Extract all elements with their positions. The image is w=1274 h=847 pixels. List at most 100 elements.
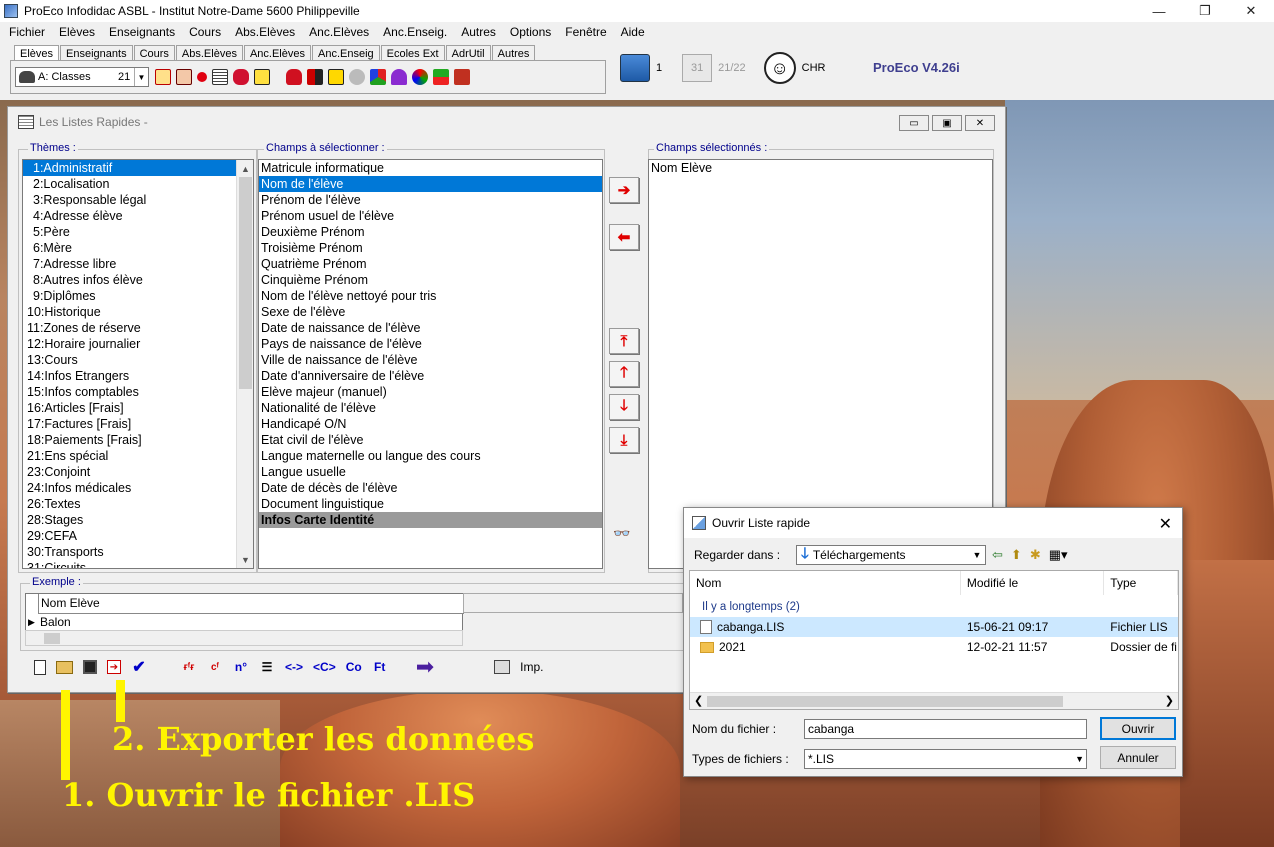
calendar-tool-icon[interactable] — [454, 69, 470, 85]
theme-item[interactable]: 24:Infos médicales — [23, 480, 253, 496]
theme-item[interactable]: 23:Conjoint — [23, 464, 253, 480]
new-folder-icon[interactable]: ✱ — [1030, 547, 1041, 563]
tools-icon[interactable] — [349, 69, 365, 85]
theme-item[interactable]: 9:Diplômes — [23, 288, 253, 304]
champ-item[interactable]: Deuxième Prénom — [259, 224, 602, 240]
champ-item[interactable]: Cinquième Prénom — [259, 272, 602, 288]
theme-item[interactable]: 7:Adresse libre — [23, 256, 253, 272]
tab-anc-eleves[interactable]: Anc.Elèves — [243, 45, 311, 61]
tab-autres[interactable]: Autres — [491, 45, 536, 61]
champ-item[interactable]: Langue usuelle — [259, 464, 602, 480]
theme-item[interactable]: 11:Zones de réserve — [23, 320, 253, 336]
go-arrow-icon[interactable]: ➡ — [416, 654, 434, 679]
menu-enseignants[interactable]: Enseignants — [102, 25, 182, 39]
menu-fenetre[interactable]: Fenêtre — [558, 25, 613, 39]
folder-row[interactable]: 2021 12-02-21 11:57 Dossier de fi — [690, 637, 1178, 657]
menu-autres[interactable]: Autres — [454, 25, 503, 39]
menu-cours[interactable]: Cours — [182, 25, 228, 39]
grid-icon[interactable] — [212, 69, 228, 85]
theme-item[interactable]: 12:Horaire journalier — [23, 336, 253, 352]
tab-abs-eleves[interactable]: Abs.Elèves — [175, 45, 243, 61]
swap-icon[interactable] — [433, 69, 449, 85]
column-modified[interactable]: Modifié le — [961, 571, 1105, 595]
close-button[interactable]: ✕ — [1228, 0, 1274, 22]
tab-enseignants[interactable]: Enseignants — [60, 45, 133, 61]
champ-item[interactable]: Infos Carte Identité — [259, 512, 602, 528]
champ-item[interactable]: Pays de naissance de l'élève — [259, 336, 602, 352]
champ-item[interactable]: Etat civil de l'élève — [259, 432, 602, 448]
format-alt-icon[interactable]: ᴄᶠ — [207, 659, 223, 675]
cancel-button[interactable]: Annuler — [1100, 746, 1176, 769]
champ-item[interactable]: Troisième Prénom — [259, 240, 602, 256]
ft-button[interactable]: Ft — [372, 659, 388, 675]
selected-field[interactable]: Nom Elève — [649, 160, 992, 176]
remove-field-button[interactable]: ⬅ — [609, 224, 639, 250]
scroll-right-icon[interactable]: ❯ — [1165, 694, 1174, 707]
column-name[interactable]: Nom — [690, 571, 961, 595]
add-field-button[interactable]: ➔ — [609, 177, 639, 203]
bag-icon[interactable] — [391, 69, 407, 85]
champs-list[interactable]: Matricule informatique Nom de l'élève Prén… — [258, 159, 603, 569]
theme-item[interactable]: 31:Circuits — [23, 560, 253, 568]
numero-button[interactable]: n° — [233, 659, 249, 675]
chevron-down-icon[interactable]: ▼ — [969, 550, 985, 560]
theme-item[interactable]: 2:Localisation — [23, 176, 253, 192]
menu-anc-enseig[interactable]: Anc.Enseig. — [376, 25, 454, 39]
open-folder-icon[interactable] — [56, 660, 73, 674]
exemple-hscrollbar[interactable] — [25, 630, 463, 646]
champ-item[interactable]: Nom de l'élève — [259, 176, 602, 192]
theme-item[interactable]: 15:Infos comptables — [23, 384, 253, 400]
champ-item[interactable]: Nom de l'élève nettoyé pour tris — [259, 288, 602, 304]
separator-button[interactable]: <-> — [285, 659, 303, 675]
menu-abs-eleves[interactable]: Abs.Elèves — [228, 25, 302, 39]
champ-item[interactable]: Elève majeur (manuel) — [259, 384, 602, 400]
file-list-hscrollbar[interactable]: ❮ ❯ — [690, 692, 1178, 709]
champ-item[interactable]: Date de naissance de l'élève — [259, 320, 602, 336]
themes-scrollbar[interactable]: ▲ ▼ — [236, 160, 253, 568]
co-button[interactable]: Co — [346, 659, 362, 675]
close-icon[interactable]: ✕ — [1159, 514, 1172, 534]
tab-ecoles-ext[interactable]: Ecoles Ext — [380, 45, 445, 61]
scroll-thumb[interactable] — [707, 696, 1063, 707]
champ-item[interactable]: Langue maternelle ou langue des cours — [259, 448, 602, 464]
menu-fichier[interactable]: Fichier — [2, 25, 52, 39]
theme-item[interactable]: 10:Historique — [23, 304, 253, 320]
exemple-column-header[interactable]: Nom Elève — [38, 594, 464, 614]
notes-icon[interactable] — [254, 69, 270, 85]
separator-icon[interactable]: ☰ — [259, 659, 275, 675]
theme-item[interactable]: 29:CEFA — [23, 528, 253, 544]
champ-item[interactable]: Prénom usuel de l'élève — [259, 208, 602, 224]
select-icon[interactable] — [155, 69, 171, 85]
maximize-button[interactable]: ▣ — [932, 115, 962, 131]
look-in-dropdown[interactable]: 🡓 Téléchargements ▼ — [796, 545, 986, 565]
file-group-header[interactable]: Il y a longtemps (2) — [702, 601, 800, 613]
car-icon[interactable] — [286, 69, 302, 85]
minimize-button[interactable]: ▭ — [899, 115, 929, 131]
theme-item[interactable]: 13:Cours — [23, 352, 253, 368]
c-button[interactable]: <C> — [313, 659, 336, 675]
move-bottom-button[interactable]: ⤓ — [609, 427, 639, 453]
scroll-up-icon[interactable]: ▲ — [237, 160, 253, 177]
calendar-icon[interactable]: 31 — [682, 54, 713, 82]
theme-item[interactable]: 28:Stages — [23, 512, 253, 528]
column-type[interactable]: Type — [1104, 571, 1179, 595]
champ-item[interactable]: Quatrième Prénom — [259, 256, 602, 272]
menu-options[interactable]: Options — [503, 25, 558, 39]
school-icon[interactable] — [620, 54, 650, 82]
restore-button[interactable]: ❐ — [1182, 0, 1228, 22]
champ-item[interactable]: Ville de naissance de l'élève — [259, 352, 602, 368]
print-button[interactable]: Imp. — [520, 659, 543, 675]
champ-item[interactable]: Document linguistique — [259, 496, 602, 512]
themes-list[interactable]: 1:Administratif 2:Localisation 3:Responsab… — [22, 159, 254, 569]
chevron-down-icon[interactable]: ▼ — [1075, 750, 1084, 768]
theme-item[interactable]: 3:Responsable légal — [23, 192, 253, 208]
close-button[interactable]: ✕ — [965, 115, 995, 131]
menu-eleves[interactable]: Elèves — [52, 25, 102, 39]
tab-eleves[interactable]: Elèves — [14, 45, 60, 61]
open-button[interactable]: Ouvrir — [1100, 717, 1176, 740]
champ-item[interactable]: Matricule informatique — [259, 160, 602, 176]
move-down-button[interactable]: 🡓 — [609, 394, 639, 420]
theme-item[interactable]: 6:Mère — [23, 240, 253, 256]
bug-icon[interactable] — [176, 69, 192, 85]
up-folder-icon[interactable]: ⬆ — [1011, 547, 1022, 563]
